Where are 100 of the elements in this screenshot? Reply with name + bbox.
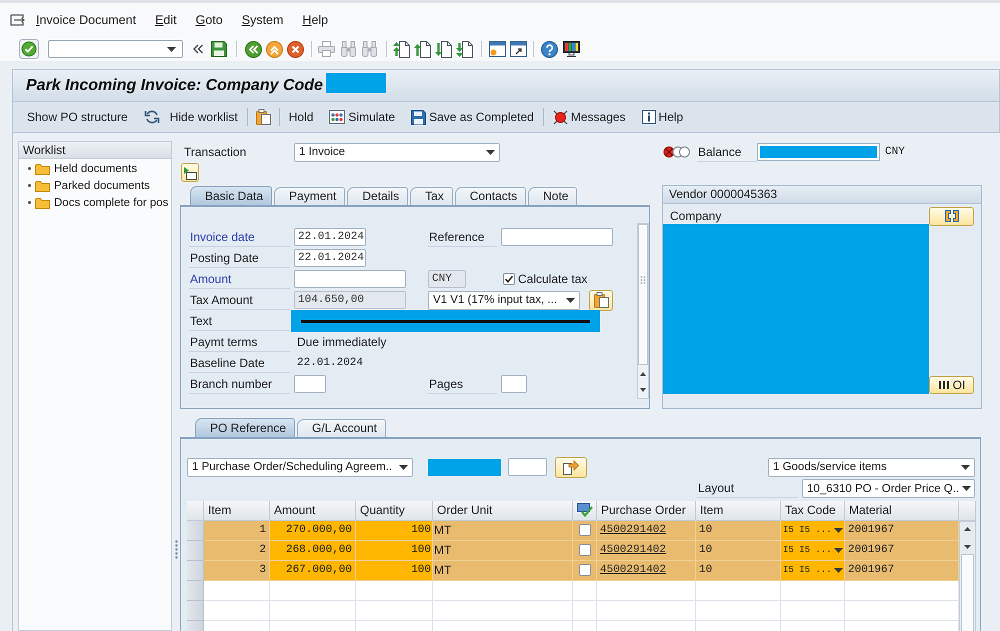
- tab[interactable]: Details: [347, 186, 408, 204]
- signal-light-icon: [552, 110, 568, 124]
- tax-button[interactable]: [589, 290, 613, 310]
- vendor-tool-button[interactable]: [929, 206, 974, 226]
- dropdown[interactable]: I5 I5 ...: [781, 560, 845, 580]
- dropdown[interactable]: 1 Goods/service items: [768, 458, 975, 476]
- tab[interactable]: G/L Account: [297, 418, 386, 436]
- check-icon[interactable]: [19, 39, 39, 59]
- table-cell: [204, 600, 270, 620]
- clipboard-icon[interactable]: [256, 109, 271, 125]
- column-header[interactable]: Tax Code: [781, 500, 845, 520]
- window-icon[interactable]: [489, 41, 506, 57]
- input-field[interactable]: [294, 375, 326, 393]
- caret-icon: [834, 568, 843, 572]
- oi-button[interactable]: OI: [929, 376, 974, 394]
- checkbox-label: Calculate tax: [518, 272, 588, 286]
- input-field[interactable]: [294, 270, 406, 288]
- exit-icon[interactable]: [266, 40, 283, 58]
- tab[interactable]: Basic Data: [190, 186, 272, 204]
- toolbar-button[interactable]: Show PO structure: [26, 106, 129, 128]
- column-header[interactable]: Item: [204, 500, 270, 520]
- column-header[interactable]: Amount: [270, 500, 356, 520]
- monitor-icon[interactable]: [563, 41, 580, 57]
- tab[interactable]: Tax: [410, 186, 453, 204]
- column-header[interactable]: Order Unit: [433, 500, 573, 520]
- input-field[interactable]: 22.01.2024: [294, 228, 366, 246]
- toolbar-button[interactable]: Hold: [288, 106, 314, 128]
- splitter-grip-icon[interactable]: [174, 540, 178, 560]
- menu-item[interactable]: Invoice Document: [36, 13, 136, 27]
- table-cell: 100: [356, 520, 433, 540]
- dot-grid-icon: [329, 110, 346, 124]
- dropdown[interactable]: 1 Purchase Order/Scheduling Agreem..: [187, 458, 413, 476]
- page-double-up-icon[interactable]: [393, 40, 410, 58]
- input-field[interactable]: [501, 228, 613, 246]
- structure-button[interactable]: [181, 163, 199, 182]
- menu-icon[interactable]: [10, 14, 25, 26]
- scrollbar[interactable]: [959, 520, 976, 631]
- tree-item[interactable]: Held documents: [54, 162, 138, 174]
- balance-field[interactable]: [757, 143, 880, 161]
- checkbox[interactable]: [503, 273, 515, 285]
- dropdown[interactable]: V1 V1 (17% input tax, ...: [428, 290, 580, 310]
- input-field[interactable]: [501, 375, 527, 393]
- back-icon[interactable]: [245, 40, 262, 58]
- command-field[interactable]: [48, 40, 183, 58]
- caret-icon: [486, 150, 495, 154]
- help-icon[interactable]: [541, 40, 558, 58]
- dropdown[interactable]: 10_6310 PO - Order Price Q..: [802, 479, 975, 498]
- tab[interactable]: Contacts: [454, 186, 526, 204]
- checkbox[interactable]: [578, 524, 590, 536]
- field-label: Reference: [428, 228, 497, 246]
- toolbar-button[interactable]: Help: [640, 106, 684, 128]
- menu-item[interactable]: System: [242, 13, 284, 27]
- tree-item[interactable]: Docs complete for pos: [54, 196, 168, 208]
- tab[interactable]: PO Reference: [195, 418, 296, 436]
- transfer-button[interactable]: [555, 456, 587, 478]
- cancel-icon[interactable]: [287, 40, 304, 58]
- input-field[interactable]: [508, 458, 547, 476]
- column-header[interactable]: Purchase Order: [597, 500, 696, 520]
- dropdown[interactable]: I5 I5 ...: [781, 540, 845, 560]
- save-icon: [411, 110, 426, 124]
- double-chevron-icon[interactable]: [193, 44, 203, 54]
- column-header[interactable]: Quantity: [356, 500, 433, 520]
- save-icon[interactable]: [211, 41, 227, 57]
- dropdown[interactable]: 1 Invoice: [294, 142, 500, 162]
- checkbox[interactable]: [578, 564, 590, 576]
- field-label: Paymt terms: [189, 332, 290, 352]
- input-field[interactable]: 104.650,00: [294, 291, 406, 309]
- checkbox[interactable]: [578, 544, 590, 556]
- tab[interactable]: Note: [528, 186, 578, 204]
- table-cell: 10: [696, 560, 781, 580]
- input-field[interactable]: CNY: [428, 270, 466, 288]
- input-field[interactable]: 22.01.2024: [294, 249, 366, 267]
- bracket-icon: [944, 210, 958, 222]
- menu-item[interactable]: Edit: [155, 13, 177, 27]
- column-header[interactable]: Item: [696, 500, 781, 520]
- field-label: Baseline Date: [189, 354, 290, 372]
- tab[interactable]: Payment: [274, 186, 346, 204]
- scrollbar[interactable]: [637, 222, 649, 398]
- caret-icon: [834, 548, 843, 552]
- table-cell: 10: [696, 520, 781, 540]
- toolbar-button[interactable]: Messages: [552, 106, 627, 128]
- menu-item[interactable]: Help: [302, 13, 328, 27]
- tree-item[interactable]: Parked documents: [54, 180, 150, 192]
- toolbar-button[interactable]: Simulate: [328, 106, 396, 128]
- caret-icon: [834, 528, 843, 532]
- info-icon: [642, 110, 656, 124]
- dropdown[interactable]: I5 I5 ...: [781, 520, 845, 540]
- table-cell: 270.000,00: [270, 520, 356, 540]
- checklist-icon[interactable]: [577, 503, 593, 517]
- menu-item[interactable]: Goto: [196, 13, 223, 27]
- column-header[interactable]: Material: [845, 500, 959, 520]
- toolbar-button[interactable]: Save as Completed: [410, 106, 535, 128]
- table-cell: [573, 600, 597, 620]
- page-down-icon[interactable]: [435, 40, 452, 58]
- page-double-down-icon[interactable]: [456, 40, 473, 58]
- toolbar-button[interactable]: Hide worklist: [142, 106, 239, 128]
- table-cell: 267.000,00: [270, 560, 356, 580]
- folder-icon: [35, 196, 50, 208]
- bars-icon: [938, 380, 950, 390]
- page-up-icon[interactable]: [414, 40, 431, 58]
